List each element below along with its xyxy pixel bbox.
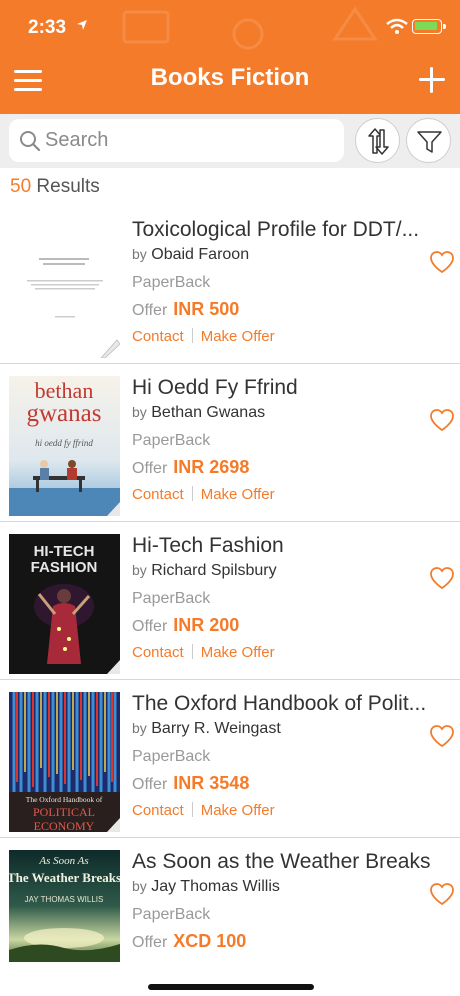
sort-button[interactable] (355, 118, 400, 163)
filter-button[interactable] (406, 118, 451, 163)
contact-link[interactable]: Contact (132, 328, 184, 345)
contact-link[interactable]: Contact (132, 644, 184, 661)
book-list-item[interactable]: HI-TECH FASHION Hi-Tech Fashion by Richa… (0, 522, 460, 680)
svg-text:FASHION: FASHION (31, 559, 98, 576)
search-icon (20, 131, 41, 152)
heart-icon[interactable] (429, 882, 455, 906)
svg-text:ECONOMY: ECONOMY (34, 819, 95, 832)
book-list-item[interactable]: The Oxford Handbook of POLITICAL ECONOMY… (0, 680, 460, 838)
status-time: 2:33 (28, 17, 67, 38)
svg-text:gwanas: gwanas (27, 400, 102, 427)
wifi-icon (386, 18, 408, 34)
book-author: by Richard Spilsbury (132, 562, 277, 579)
book-cover-image (9, 218, 120, 358)
heart-icon[interactable] (429, 724, 455, 748)
plus-icon[interactable] (416, 64, 448, 96)
location-arrow-icon (77, 20, 87, 30)
page-title: Books Fiction (150, 64, 310, 91)
book-actions: Contact Make Offer (132, 644, 275, 661)
book-format: PaperBack (132, 274, 211, 291)
book-cover: bethan gwanas hi oedd fy ffrind (9, 376, 120, 516)
book-offer: Offer INR 500 (132, 299, 240, 319)
book-cover-image: The Oxford Handbook of POLITICAL ECONOMY (9, 692, 120, 832)
make-offer-link[interactable]: Make Offer (201, 644, 275, 661)
svg-text:hi oedd fy ffrind: hi oedd fy ffrind (35, 438, 93, 448)
results-number: 50 (10, 176, 32, 197)
results-label: Results (36, 176, 100, 197)
book-title[interactable]: Toxicological Profile for DDT/... (132, 218, 447, 242)
book-list: Toxicological Profile for DDT/... by Oba… (0, 206, 460, 996)
book-cover (9, 218, 120, 358)
book-price: INR 3548 (173, 773, 250, 793)
book-author: by Obaid Faroon (132, 246, 250, 263)
book-list-item[interactable]: Toxicological Profile for DDT/... by Oba… (0, 206, 460, 364)
book-cover: HI-TECH FASHION (9, 534, 120, 674)
app-header: 2:33 Books Fiction (0, 0, 460, 114)
book-format: PaperBack (132, 906, 211, 923)
book-author: by Bethan Gwanas (132, 404, 266, 421)
contact-link[interactable]: Contact (132, 802, 184, 819)
book-price: INR 2698 (173, 457, 250, 477)
book-offer: Offer XCD 100 (132, 931, 247, 951)
make-offer-link[interactable]: Make Offer (201, 802, 275, 819)
book-cover: The Oxford Handbook of POLITICAL ECONOMY (9, 692, 120, 832)
heart-icon[interactable] (429, 566, 455, 590)
svg-text:The Weather Breaks: The Weather Breaks (9, 870, 120, 885)
book-format: PaperBack (132, 590, 211, 607)
svg-text:The Oxford Handbook of: The Oxford Handbook of (26, 795, 103, 804)
book-price: XCD 100 (173, 931, 247, 951)
book-actions: Contact Make Offer (132, 328, 275, 345)
make-offer-link[interactable]: Make Offer (201, 328, 275, 345)
book-list-item[interactable]: As Soon As The Weather Breaks JAY THOMAS… (0, 838, 460, 996)
book-price: INR 500 (173, 299, 240, 319)
book-actions: Contact Make Offer (132, 802, 275, 819)
search-input[interactable] (45, 125, 335, 156)
book-cover-image: As Soon As The Weather Breaks JAY THOMAS… (9, 850, 120, 962)
results-count: 50 Results (10, 176, 100, 198)
book-offer: Offer INR 3548 (132, 773, 250, 793)
book-cover: As Soon As The Weather Breaks JAY THOMAS… (9, 850, 120, 990)
book-cover-image: HI-TECH FASHION (9, 534, 120, 674)
book-list-item[interactable]: bethan gwanas hi oedd fy ffrind Hi Oedd … (0, 364, 460, 522)
home-indicator[interactable] (148, 984, 314, 990)
battery-icon (412, 19, 446, 34)
book-actions: Contact Make Offer (132, 486, 275, 503)
book-price: INR 200 (173, 615, 240, 635)
book-author: by Barry R. Weingast (132, 720, 281, 737)
book-title[interactable]: Hi Oedd Fy Ffrind (132, 376, 447, 400)
make-offer-link[interactable]: Make Offer (201, 486, 275, 503)
book-title[interactable]: Hi-Tech Fashion (132, 534, 447, 558)
svg-text:JAY THOMAS WILLIS: JAY THOMAS WILLIS (25, 895, 104, 904)
book-offer: Offer INR 2698 (132, 457, 250, 477)
book-offer: Offer INR 200 (132, 615, 240, 635)
heart-icon[interactable] (429, 408, 455, 432)
book-cover-image: bethan gwanas hi oedd fy ffrind (9, 376, 120, 516)
status-bar: 2:33 (0, 0, 460, 50)
filter-funnel-icon (417, 131, 442, 153)
contact-link[interactable]: Contact (132, 486, 184, 503)
svg-text:POLITICAL: POLITICAL (33, 805, 95, 819)
book-title[interactable]: The Oxford Handbook of Polit... (132, 692, 447, 716)
search-box[interactable] (9, 119, 344, 162)
book-format: PaperBack (132, 432, 211, 449)
heart-icon[interactable] (429, 250, 455, 274)
book-format: PaperBack (132, 748, 211, 765)
svg-text:HI-TECH: HI-TECH (34, 543, 95, 560)
sort-arrows-icon (368, 128, 389, 155)
book-author: by Jay Thomas Willis (132, 878, 280, 895)
search-row (0, 114, 460, 168)
book-title[interactable]: As Soon as the Weather Breaks (132, 850, 447, 874)
svg-text:As Soon As: As Soon As (38, 855, 88, 867)
